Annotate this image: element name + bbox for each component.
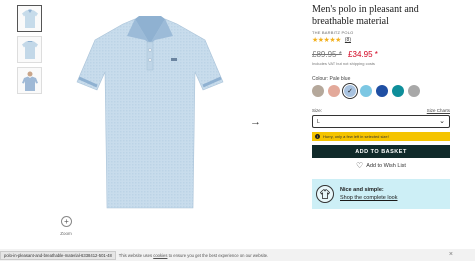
add-to-wishlist-button[interactable]: ♡ Add to Wish List	[312, 162, 450, 170]
close-icon[interactable]: ×	[449, 251, 453, 258]
price-block: £89.95 * £34.95 *	[312, 50, 450, 59]
thumbnail-model[interactable]	[17, 67, 42, 94]
shirt-hanger-icon	[316, 185, 334, 203]
swatch-teal[interactable]	[392, 85, 404, 97]
zoom-icon[interactable]: +	[61, 216, 72, 227]
thumbnail-list	[17, 5, 43, 98]
swatch-salmon[interactable]	[328, 85, 340, 97]
check-icon: ✓	[347, 87, 353, 95]
product-title: Men's polo in pleasant and breathable ma…	[312, 4, 419, 27]
thumbnail-front[interactable]	[17, 5, 42, 32]
cookie-message: This website uses cookies to ensure you …	[118, 252, 269, 258]
old-price: £89.95 *	[312, 50, 342, 59]
low-stock-text: Hurry, only a few left in selected size!	[323, 134, 389, 139]
swatch-grey[interactable]	[408, 85, 420, 97]
star-rating-icon: ★★★★★	[312, 37, 341, 44]
thumbnail-back[interactable]	[17, 36, 42, 63]
complete-look-link[interactable]: Shop the complete look	[340, 195, 397, 201]
swatch-pale-blue[interactable]: ✓	[342, 83, 358, 99]
sale-price: £34.95 *	[348, 50, 378, 59]
size-chart-link[interactable]: Size Charts	[427, 108, 450, 113]
colour-label: Colour: Pale blue	[312, 76, 351, 82]
cookies-link[interactable]: cookies	[153, 253, 167, 258]
chevron-down-icon: ⌄	[439, 118, 445, 125]
alert-icon: !	[315, 134, 320, 139]
main-product-image[interactable]	[75, 14, 225, 214]
zoom-label: Zoom	[60, 231, 72, 236]
size-label: Size:	[312, 108, 323, 113]
status-url: polo-in-pleasant-and-breathable-material…	[0, 250, 116, 260]
model-thumbnail-icon	[21, 71, 38, 91]
add-to-basket-button[interactable]: ADD TO BASKET	[312, 145, 450, 158]
review-count-link[interactable]: (8)	[345, 37, 351, 43]
swatch-taupe[interactable]	[312, 85, 324, 97]
swatch-royal-blue[interactable]	[376, 85, 388, 97]
swatch-sky-blue[interactable]	[360, 85, 372, 97]
product-brand: THE BARBITZ POLO	[312, 30, 354, 35]
heart-icon: ♡	[356, 161, 364, 170]
rating: ★★★★★ (8)	[312, 36, 450, 44]
cookie-bar: polo-in-pleasant-and-breathable-material…	[0, 249, 475, 261]
next-image-arrow-icon[interactable]: →	[250, 116, 261, 128]
complete-look-promo: Nice and simple: Shop the complete look	[312, 179, 450, 209]
colour-swatches: ✓	[312, 83, 450, 99]
polo-thumbnail-icon	[21, 9, 38, 28]
zoom-control[interactable]: + Zoom	[60, 216, 74, 236]
size-select[interactable]: L ⌄	[312, 115, 450, 128]
low-stock-notice: ! Hurry, only a few left in selected siz…	[312, 132, 450, 141]
wishlist-label: Add to Wish List	[366, 163, 406, 169]
vat-note: Includes VAT but not shipping costs	[312, 61, 375, 66]
size-selected-value: L	[317, 118, 320, 125]
promo-title: Nice and simple:	[340, 187, 384, 193]
size-header: Size: Size Charts	[312, 108, 450, 113]
polo-thumbnail-icon	[21, 40, 38, 59]
polo-shirt-image	[76, 16, 224, 209]
product-details-panel: Men's polo in pleasant and breathable ma…	[312, 4, 450, 209]
